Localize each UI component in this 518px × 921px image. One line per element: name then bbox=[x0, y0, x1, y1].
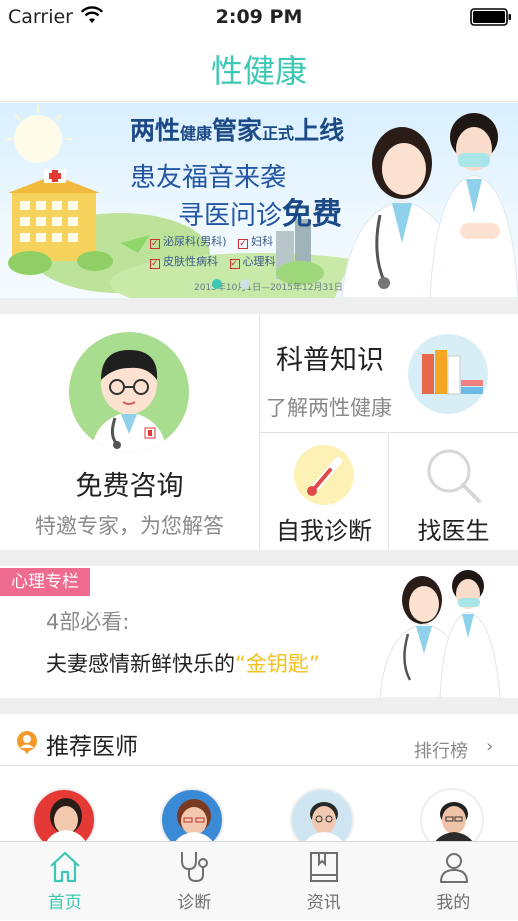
find-doctor-card[interactable]: 找医生 bbox=[389, 433, 518, 550]
science-knowledge-title: 科普知识 bbox=[276, 338, 384, 377]
banner-line-2: 寻医问诊免费 bbox=[178, 189, 342, 233]
banner-checklist-row-1: ✓泌尿科(男科) ✓妇科 bbox=[150, 233, 273, 249]
psych-doctors-illustration bbox=[370, 566, 518, 698]
promo-banner[interactable]: 两性健康管家正式上线 患友福音来袭 寻医问诊免费 ✓泌尿科(男科) ✓妇科 ✓皮… bbox=[0, 103, 518, 298]
battery-icon bbox=[470, 8, 512, 26]
stethoscope-icon bbox=[176, 849, 214, 885]
checkbox-icon: ✓ bbox=[230, 259, 240, 269]
psych-line-2-text: 夫妻感情新鲜快乐的 bbox=[46, 652, 235, 676]
section-divider bbox=[0, 298, 518, 314]
psych-highlight: “金钥匙” bbox=[235, 652, 320, 676]
psych-line-1: 4部必看: bbox=[46, 606, 129, 636]
banner-check-label: 妇科 bbox=[251, 235, 273, 248]
psych-line-2: 夫妻感情新鲜快乐的“金钥匙” bbox=[46, 648, 320, 678]
page-title: 性健康 bbox=[0, 46, 518, 92]
tab-me-label: 我的 bbox=[389, 888, 518, 913]
self-diagnosis-card[interactable]: 自我诊断 bbox=[260, 433, 388, 550]
doctor-avatar[interactable] bbox=[32, 788, 96, 841]
home-icon bbox=[48, 850, 82, 884]
clock: 2:09 PM bbox=[0, 6, 518, 28]
banner-check-label: 皮肤性病科 bbox=[163, 255, 218, 268]
doctor-avatar-icon bbox=[69, 332, 189, 452]
section-divider bbox=[0, 550, 518, 566]
tab-diagnosis-label: 诊断 bbox=[130, 888, 260, 913]
banner-check-label: 泌尿科(男科) bbox=[163, 235, 227, 248]
tab-me[interactable]: 我的 bbox=[389, 842, 518, 921]
status-bar: Carrier 2:09 PM bbox=[0, 0, 518, 34]
ranking-link[interactable]: 排行榜 bbox=[414, 737, 468, 763]
free-consult-title: 免费咨询 bbox=[0, 464, 259, 503]
feature-grid: 免费咨询 特邀专家，为您解答 科普知识 了解两性健康 自我诊断 bbox=[0, 314, 518, 550]
headline-part-4: 正式 bbox=[262, 124, 294, 143]
tab-news[interactable]: 资讯 bbox=[259, 842, 389, 921]
checkbox-icon: ✓ bbox=[150, 259, 160, 269]
nav-bar: 性健康 bbox=[0, 34, 518, 102]
person-icon bbox=[437, 850, 471, 884]
doctor-avatar[interactable] bbox=[420, 788, 484, 841]
psych-column-card[interactable]: 心理专栏 4部必看: 夫妻感情新鲜快乐的“金钥匙” bbox=[0, 566, 518, 698]
headline-part-1: 两性 bbox=[130, 116, 180, 145]
recommended-doctors-section: 推荐医师 排行榜 › bbox=[0, 714, 518, 841]
free-consult-subtitle: 特邀专家，为您解答 bbox=[0, 510, 259, 540]
book-icon bbox=[307, 850, 341, 884]
carousel-dot-active[interactable] bbox=[212, 279, 222, 289]
doctor-badge-icon bbox=[16, 730, 38, 754]
tab-bar: 首页 诊断 资讯 我的 bbox=[0, 841, 518, 920]
section-header: 推荐医师 排行榜 › bbox=[0, 714, 518, 766]
headline-part-5: 上线 bbox=[294, 116, 344, 145]
tab-home[interactable]: 首页 bbox=[0, 842, 130, 921]
self-diagnosis-title: 自我诊断 bbox=[260, 511, 388, 546]
doctor-avatar[interactable] bbox=[160, 788, 224, 841]
tab-home-label: 首页 bbox=[0, 888, 130, 913]
doctor-avatar[interactable] bbox=[290, 788, 354, 841]
tab-diagnosis[interactable]: 诊断 bbox=[130, 842, 260, 921]
chevron-right-icon[interactable]: › bbox=[486, 736, 493, 757]
tab-news-label: 资讯 bbox=[259, 888, 389, 913]
banner-line-2-emphasis: 免费 bbox=[282, 197, 342, 232]
find-doctor-title: 找医生 bbox=[389, 511, 518, 546]
checkbox-icon: ✓ bbox=[150, 239, 160, 249]
checkbox-icon: ✓ bbox=[238, 239, 248, 249]
psych-tag: 心理专栏 bbox=[0, 568, 90, 596]
headline-part-3: 管家 bbox=[212, 116, 262, 145]
free-consult-card[interactable]: 免费咨询 特邀专家，为您解答 bbox=[0, 314, 259, 550]
science-knowledge-subtitle: 了解两性健康 bbox=[266, 392, 392, 422]
banner-check-label: 心理科 bbox=[243, 255, 276, 268]
banner-line-2-text: 寻医问诊 bbox=[178, 201, 282, 231]
books-icon bbox=[408, 334, 488, 414]
carousel-dot[interactable] bbox=[240, 279, 250, 289]
banner-checklist-row-2: ✓皮肤性病科 ✓心理科 bbox=[150, 253, 276, 269]
thermometer-icon bbox=[294, 445, 354, 505]
headline-part-2: 健康 bbox=[180, 124, 212, 143]
science-knowledge-card[interactable]: 科普知识 了解两性健康 bbox=[260, 314, 518, 432]
magnifier-icon bbox=[423, 445, 483, 505]
section-title: 推荐医师 bbox=[46, 727, 138, 761]
section-divider bbox=[0, 698, 518, 714]
banner-headline: 两性健康管家正式上线 bbox=[130, 111, 344, 147]
